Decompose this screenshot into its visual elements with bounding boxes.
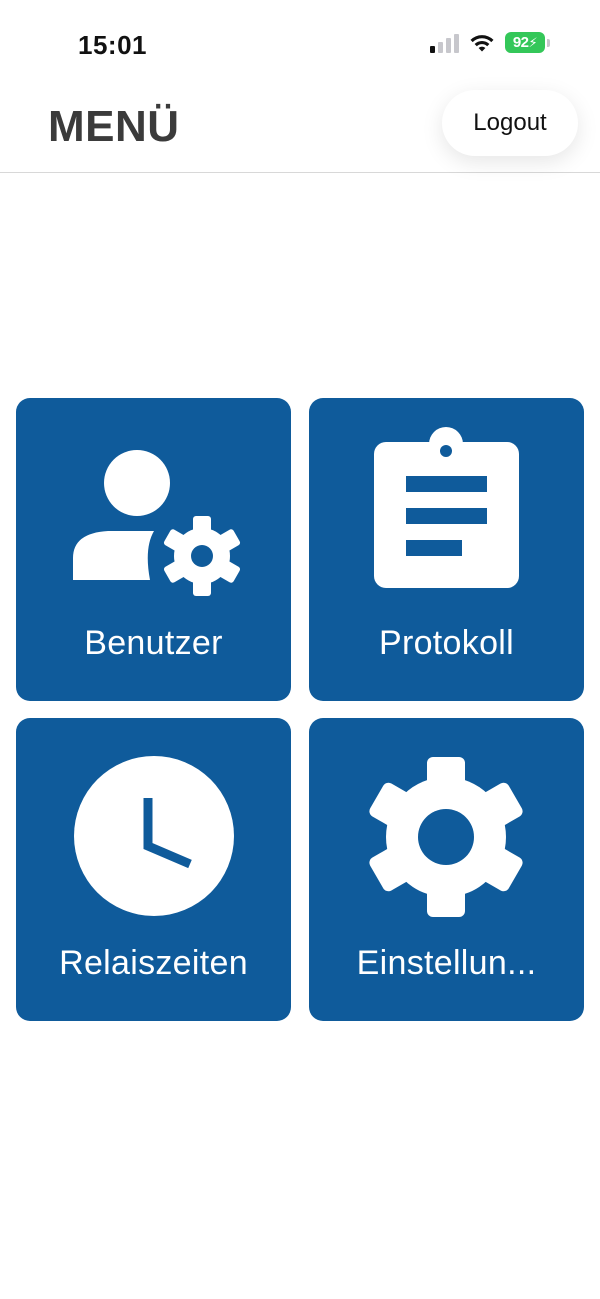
tile-protokoll[interactable]: Protokoll xyxy=(309,398,584,701)
cellular-signal-icon xyxy=(430,33,459,53)
status-icons: 92 ⚡ xyxy=(430,32,550,53)
gear-icon xyxy=(369,757,523,917)
tile-relaiszeiten[interactable]: Relaiszeiten xyxy=(16,718,291,1021)
tile-label: Einstellun... xyxy=(356,944,537,982)
page-title: MENÜ xyxy=(48,102,180,151)
battery-percent: 92 xyxy=(512,34,529,51)
clipboard-icon xyxy=(374,427,519,588)
tile-label: Relaiszeiten xyxy=(59,944,248,982)
wifi-icon xyxy=(470,34,494,51)
header: MENÜ Logout xyxy=(0,88,600,173)
status-time: 15:01 xyxy=(78,30,147,60)
user-settings-icon xyxy=(73,450,241,596)
logout-button[interactable]: Logout xyxy=(442,90,578,156)
tile-label: Benutzer xyxy=(84,624,223,662)
tile-benutzer[interactable]: Benutzer xyxy=(16,398,291,701)
status-bar: 15:01 92 ⚡ xyxy=(0,0,600,88)
clock-icon xyxy=(74,756,234,916)
tile-einstellungen[interactable]: Einstellun... xyxy=(309,718,584,1021)
battery-charging-icon: 92 ⚡ xyxy=(505,32,550,53)
tile-label: Protokoll xyxy=(379,624,514,662)
